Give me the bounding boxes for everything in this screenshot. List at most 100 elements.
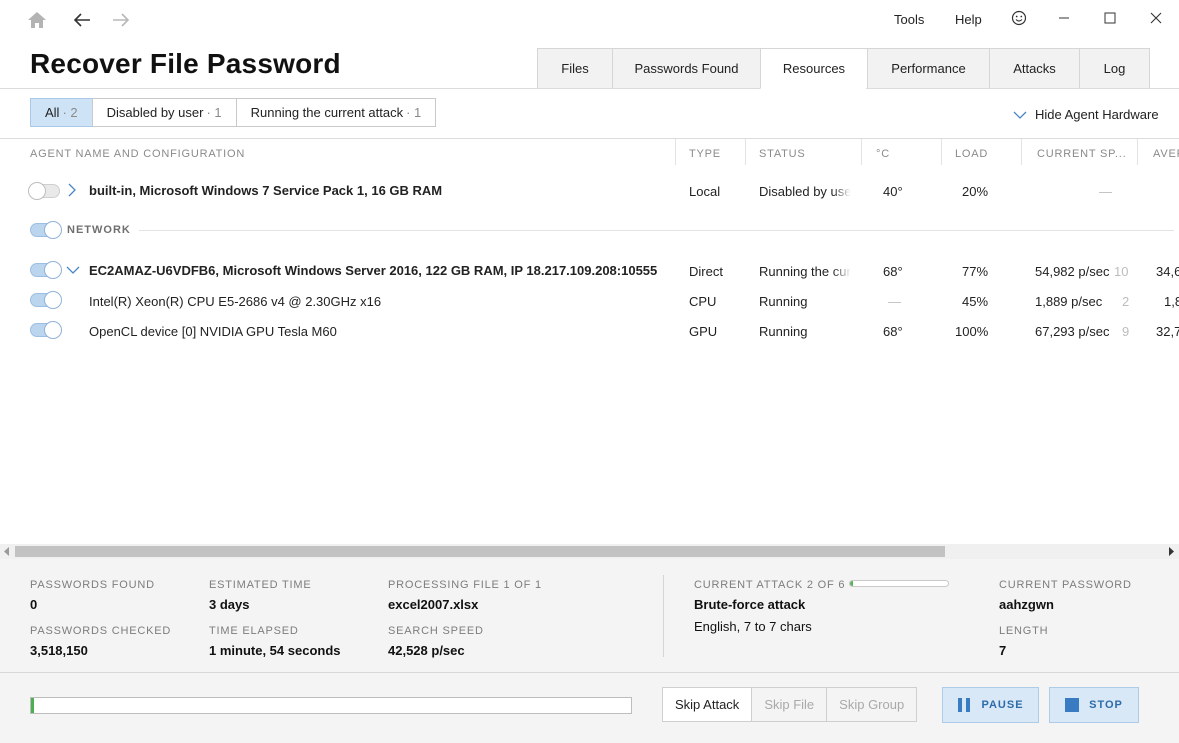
device-status: Running	[759, 294, 808, 309]
tab-performance[interactable]: Performance	[867, 48, 989, 89]
stats-bottom-divider	[0, 672, 1179, 673]
horizontal-scrollbar[interactable]	[0, 544, 1179, 559]
tab-log[interactable]: Log	[1079, 48, 1150, 89]
device-speed-extra: 9	[1122, 324, 1130, 339]
agent-status: Disabled by user	[759, 184, 851, 199]
agent-enable-toggle[interactable]	[28, 182, 60, 200]
agent-enable-toggle[interactable]	[30, 261, 62, 279]
device-temperature: —	[888, 294, 901, 309]
home-button[interactable]	[25, 8, 49, 32]
tab-resources[interactable]: Resources	[760, 48, 867, 89]
toggle-knob	[44, 261, 62, 279]
tab-files[interactable]: Files	[537, 48, 612, 89]
column-divider[interactable]	[1137, 139, 1138, 165]
agent-status: Running the current attack	[759, 264, 851, 279]
scroll-left-icon[interactable]	[3, 547, 11, 556]
attack-progress-fill	[850, 581, 853, 586]
device-speed: 1,889 p/sec	[1035, 294, 1103, 309]
column-header-type[interactable]: TYPE	[689, 148, 721, 160]
network-group-toggle[interactable]	[30, 221, 62, 239]
menu-tools[interactable]: Tools	[894, 12, 924, 27]
estimated-time-label: ESTIMATED TIME	[209, 579, 312, 591]
maximize-button[interactable]	[1096, 6, 1124, 30]
close-button[interactable]	[1142, 6, 1170, 30]
chevron-right-icon[interactable]	[66, 183, 78, 197]
tab-baseline-left	[0, 88, 759, 89]
tab-baseline-right	[866, 88, 1179, 89]
network-group-label: NETWORK	[67, 224, 131, 236]
filter-disabled-by-user[interactable]: Disabled by user · 1	[91, 98, 236, 127]
agent-average: 34,6	[1156, 264, 1179, 279]
app-title: Recover File Password	[30, 48, 341, 79]
pause-button[interactable]: PAUSE	[942, 687, 1039, 723]
current-password-label: CURRENT PASSWORD	[999, 579, 1132, 591]
column-divider[interactable]	[1021, 139, 1022, 165]
toggle-knob	[28, 182, 46, 200]
scroll-right-icon[interactable]	[1167, 547, 1175, 556]
device-enable-toggle[interactable]	[30, 291, 62, 309]
forward-button[interactable]	[109, 8, 133, 32]
agent-name: built-in, Microsoft Windows 7 Service Pa…	[89, 183, 443, 198]
device-average: 1,8	[1164, 294, 1179, 309]
column-divider[interactable]	[861, 139, 862, 165]
device-name: OpenCL device [0] NVIDIA GPU Tesla M60	[89, 324, 337, 339]
column-header-average[interactable]: AVER	[1153, 148, 1179, 160]
filter-running-current-attack[interactable]: Running the current attack · 1	[235, 98, 437, 127]
tab-bar: Files Passwords Found Resources Performa…	[537, 48, 1150, 89]
agent-speed-extra: 10	[1114, 264, 1129, 279]
agent-load: 77%	[962, 264, 989, 279]
pause-icon	[958, 698, 971, 712]
skip-actions: Skip Attack Skip File Skip Group	[662, 687, 918, 722]
estimated-time-value: 3 days	[209, 597, 250, 612]
passwords-found-value: 0	[30, 597, 38, 612]
menu-help[interactable]: Help	[955, 12, 982, 27]
processing-file-label: PROCESSING FILE 1 OF 1	[388, 579, 542, 591]
column-header-temperature[interactable]: °C	[876, 148, 890, 160]
agent-temperature: 40°	[883, 184, 903, 199]
agent-type: Direct	[689, 264, 723, 279]
scrollbar-thumb[interactable]	[15, 546, 945, 557]
feedback-button[interactable]	[1005, 6, 1033, 30]
column-header-load[interactable]: LOAD	[955, 148, 988, 160]
agent-temperature: 68°	[883, 264, 903, 279]
skip-file-button[interactable]: Skip File	[751, 687, 827, 722]
column-header-name[interactable]: AGENT NAME AND CONFIGURATION	[30, 148, 245, 160]
device-enable-toggle[interactable]	[30, 321, 62, 339]
overall-progress-bar	[30, 697, 632, 714]
attack-details: English, 7 to 7 chars	[694, 619, 812, 634]
hide-agent-hardware-button[interactable]: Hide Agent Hardware	[1013, 107, 1159, 122]
column-divider[interactable]	[675, 139, 676, 165]
column-header-status[interactable]: STATUS	[759, 148, 806, 160]
processing-file-value: excel2007.xlsx	[388, 597, 479, 612]
device-type: GPU	[689, 324, 718, 339]
device-temperature: 68°	[883, 324, 903, 339]
skip-attack-button[interactable]: Skip Attack	[662, 687, 752, 722]
stop-label: STOP	[1089, 699, 1123, 711]
maximize-icon	[1104, 12, 1116, 24]
tab-attacks[interactable]: Attacks	[989, 48, 1079, 89]
back-button[interactable]	[70, 8, 94, 32]
skip-group-button[interactable]: Skip Group	[826, 687, 918, 722]
column-divider[interactable]	[745, 139, 746, 165]
column-divider[interactable]	[941, 139, 942, 165]
column-header-current-speed[interactable]: CURRENT SP...	[1037, 148, 1126, 160]
minimize-button[interactable]	[1050, 6, 1078, 30]
filter-label: Disabled by user	[106, 105, 204, 120]
length-label: LENGTH	[999, 625, 1049, 637]
tab-passwords-found[interactable]: Passwords Found	[612, 48, 760, 89]
filter-count: · 1	[406, 105, 422, 120]
agent-speed: 54,982 p/sec	[1035, 264, 1110, 279]
device-load: 100%	[955, 324, 989, 339]
filter-all[interactable]: All · 2	[30, 98, 92, 127]
hide-agent-hardware-label: Hide Agent Hardware	[1035, 107, 1159, 122]
chevron-down-icon[interactable]	[66, 265, 80, 275]
stop-icon	[1065, 698, 1080, 712]
length-value: 7	[999, 643, 1007, 658]
passwords-checked-value: 3,518,150	[30, 643, 88, 658]
stop-button[interactable]: STOP	[1049, 687, 1139, 723]
filter-label: All	[45, 105, 60, 120]
toggle-knob	[44, 221, 62, 239]
agent-type: Local	[689, 184, 721, 199]
close-icon	[1150, 12, 1162, 24]
device-speed-extra: 2	[1122, 294, 1130, 309]
